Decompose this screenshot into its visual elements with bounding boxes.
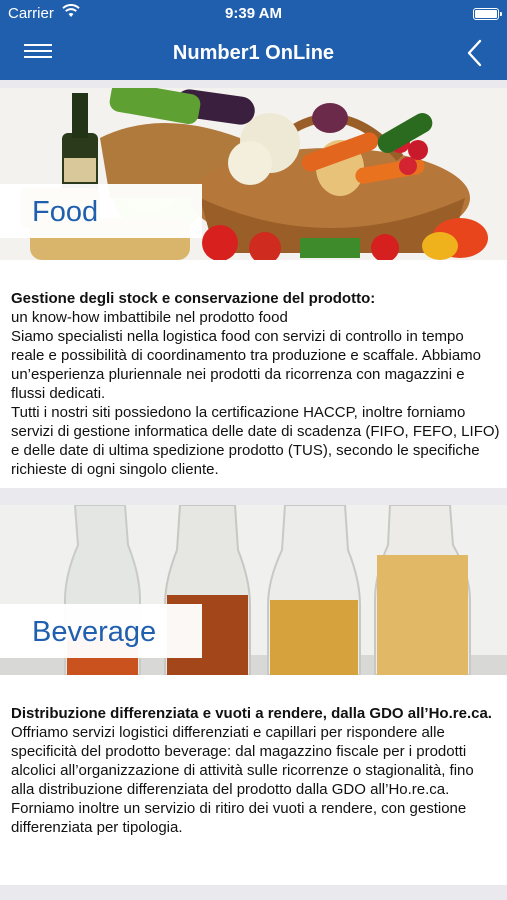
section-description: Gestione degli stock e conservazione del… bbox=[11, 289, 501, 479]
chevron-left-icon[interactable] bbox=[465, 38, 485, 68]
section-card-beverage[interactable]: Beverage Distribuzione differenziata e v… bbox=[0, 505, 507, 885]
section-heading: Gestione degli stock e conservazione del… bbox=[11, 290, 376, 307]
status-bar: Carrier 9:39 AM bbox=[0, 0, 507, 28]
status-time: 9:39 AM bbox=[225, 5, 282, 22]
navigation-bar: Number1 OnLine bbox=[0, 28, 507, 80]
page-title: Number1 OnLine bbox=[172, 42, 335, 64]
battery-icon bbox=[473, 8, 502, 20]
section-title: Food bbox=[32, 196, 99, 228]
section-heading: Distribuzione differenziata e vuoti a re… bbox=[11, 705, 492, 722]
section-description: Distribuzione differenziata e vuoti a re… bbox=[11, 704, 501, 837]
section-title: Beverage bbox=[32, 616, 157, 648]
section-label-beverage: Beverage bbox=[0, 604, 202, 658]
section-card-food[interactable]: Food Gestione degli stock e conservazion… bbox=[0, 88, 507, 488]
section-paragraph: Forniamo inoltre un servizio di ritiro d… bbox=[11, 800, 467, 836]
section-paragraph: un know-how imbattibile nel prodotto foo… bbox=[11, 309, 288, 326]
section-paragraph: Siamo specialisti nella logistica food c… bbox=[11, 328, 482, 402]
section-paragraph: Tutti i nostri siti possiedono la certif… bbox=[11, 404, 500, 478]
section-label-food: Food bbox=[0, 184, 202, 238]
section-paragraph: Offriamo servizi logistici differenziati… bbox=[11, 724, 474, 798]
